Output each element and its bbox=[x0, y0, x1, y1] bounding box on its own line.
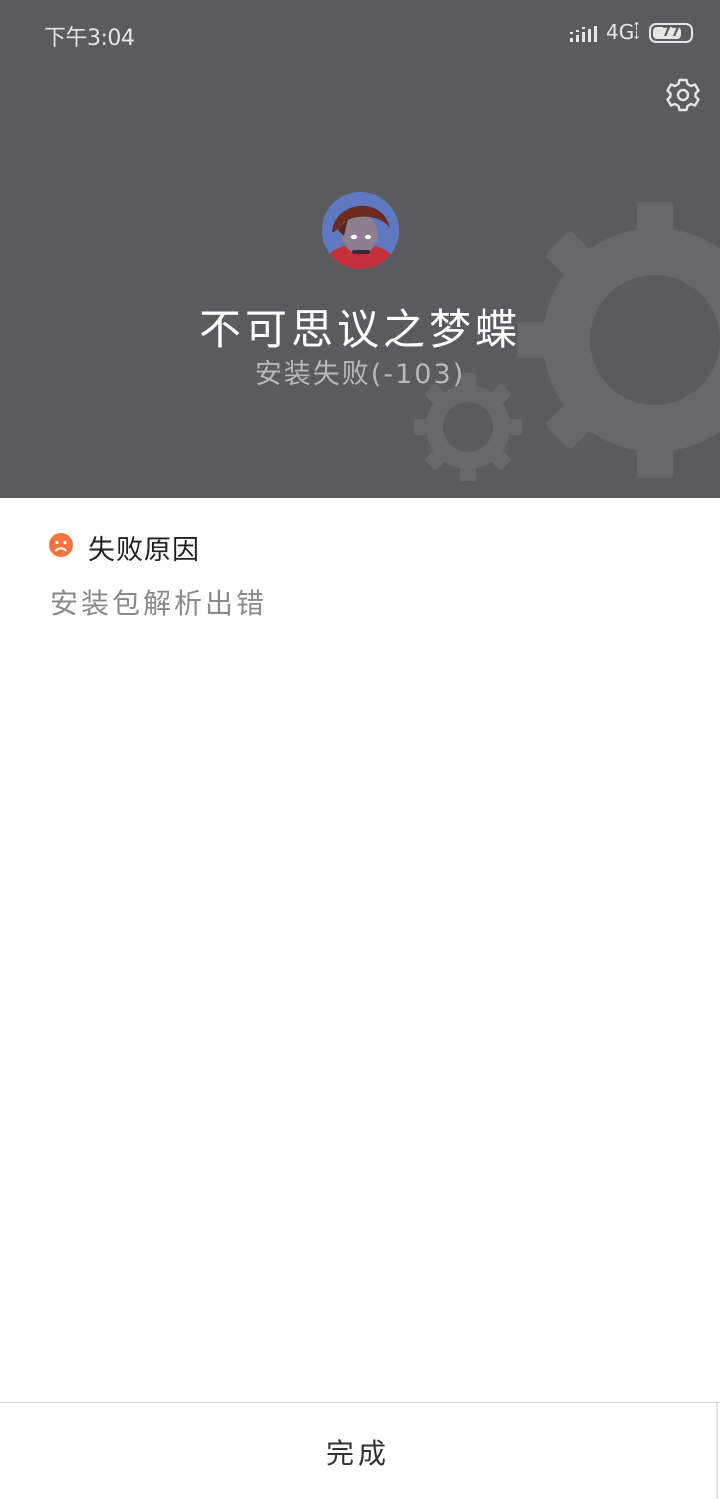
network-type: 4G bbox=[606, 20, 635, 44]
bottom-bar: 完成 bbox=[0, 1402, 720, 1499]
status-bar: 下午3:04 4G ↑ ↓ 77 bbox=[0, 0, 720, 68]
done-button[interactable]: 完成 bbox=[0, 1403, 718, 1499]
status-time: 下午3:04 bbox=[44, 26, 135, 51]
battery-icon: 77 bbox=[649, 23, 693, 43]
app-name: 不可思议之梦蝶 bbox=[198, 305, 521, 354]
app-header: 下午3:04 4G ↑ ↓ 77 不可思议之梦蝶 安装失败(-103) bbox=[0, 0, 720, 498]
battery-level: 77 bbox=[661, 25, 681, 40]
failure-reason-title: 失败原因 bbox=[88, 535, 200, 566]
data-activity-icon: ↑ ↓ bbox=[632, 20, 642, 42]
failure-reason-detail: 安装包解析出错 bbox=[50, 587, 268, 620]
sad-face-icon bbox=[49, 533, 73, 557]
app-icon bbox=[322, 192, 399, 269]
install-status: 安装失败(-103) bbox=[254, 359, 466, 390]
signal-icon bbox=[570, 26, 597, 42]
gear-icon[interactable] bbox=[666, 78, 700, 112]
